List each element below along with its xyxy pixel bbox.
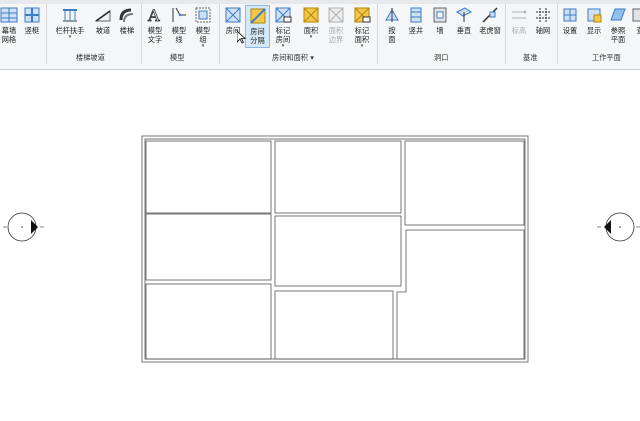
tag-area-label: 标记 面积: [354, 26, 370, 44]
model-group-label: 模型 组: [195, 26, 211, 44]
show-workplane-tool[interactable]: 显示: [582, 6, 606, 35]
railing-tool[interactable]: 栏杆扶手 ▾: [51, 6, 89, 40]
panel-label-datum: 基准: [523, 53, 538, 62]
ribbon-separator: [141, 4, 142, 64]
ramp-icon: [94, 10, 111, 22]
mullion-icon: [24, 7, 40, 23]
vertical-opening-icon: [456, 7, 472, 22]
railing-icon: [63, 9, 77, 22]
panel-label-room-area[interactable]: 房间和面积 ▾: [272, 53, 314, 63]
model-line-tool[interactable]: 模型 线: [167, 6, 191, 44]
mullion-label: 竖梃: [24, 26, 40, 35]
viewer-label: 查: [636, 26, 640, 35]
shaft-tool[interactable]: 竖井: [404, 6, 428, 35]
viewer-icon: [632, 8, 640, 22]
model-text-label: 模型 文字: [147, 26, 163, 44]
room-separator-icon: [249, 8, 266, 24]
level-label: 标高: [511, 26, 527, 35]
tag-area-tool[interactable]: 标记 面积 ▾: [350, 6, 374, 49]
panel-label-opening: 洞口: [434, 53, 449, 62]
panel-label-model: 模型: [170, 53, 185, 62]
model-line-label: 模型 线: [171, 26, 187, 44]
level-tool[interactable]: 标高: [507, 6, 531, 35]
show-workplane-label: 显示: [586, 26, 602, 35]
area-boundary-tool[interactable]: 面积 边界: [324, 6, 348, 44]
mouse-cursor-icon: [237, 31, 246, 44]
dormer-icon: [482, 7, 498, 23]
floor-plan: [3, 135, 640, 363]
vertical-opening-label: 垂直: [456, 26, 472, 35]
grid-icon: [536, 8, 550, 22]
room-separator-tool[interactable]: 房间 分隔: [245, 5, 270, 48]
stair-label: 楼梯: [119, 26, 135, 35]
room-icon: [225, 7, 241, 23]
wall-opening-tool[interactable]: 墙: [428, 6, 452, 35]
reference-plane-tool[interactable]: 参照 平面: [606, 6, 630, 44]
curtain-grid-icon: [0, 7, 18, 23]
model-group-tool[interactable]: 模型 组 ▾: [191, 6, 215, 49]
tag-room-icon: [275, 7, 292, 23]
area-boundary-icon: [328, 7, 344, 23]
shaft-label: 竖井: [408, 26, 424, 35]
tag-area-dropdown-icon[interactable]: ▾: [361, 44, 364, 49]
reference-plane-label: 参照 平面: [610, 26, 626, 44]
tag-room-dropdown-icon[interactable]: ▾: [282, 44, 285, 49]
ramp-tool[interactable]: 坡道: [91, 6, 115, 35]
dormer-label: 老虎窗: [479, 26, 501, 35]
by-face-tool[interactable]: 按 面: [380, 6, 404, 44]
show-workplane-icon: [587, 8, 602, 23]
svg-text:A: A: [147, 6, 160, 24]
ribbon-separator: [377, 4, 378, 64]
grid-tool[interactable]: 轴网: [531, 6, 555, 35]
shaft-icon: [410, 7, 422, 23]
room: [145, 140, 525, 360]
curtain-grid-label: 幕墙 网格: [1, 26, 17, 44]
tag-room-label: 标记 房间: [275, 26, 291, 44]
model-text-icon: A: [147, 6, 161, 24]
mullion-tool[interactable]: 竖梃: [20, 6, 44, 35]
elevation-marker-right[interactable]: [597, 212, 640, 242]
set-workplane-icon: [563, 8, 577, 22]
wall-opening-icon: [433, 7, 447, 23]
ribbon: 幕墙 网格 竖梃 栏杆扶手 ▾ 坡道 楼梯 A 模型 文字 模型 线 模型 组 …: [0, 0, 640, 70]
elevation-marker-left[interactable]: [3, 212, 44, 242]
stair-icon: [119, 8, 134, 23]
area-icon: [303, 7, 319, 23]
outer-wall: [141, 135, 529, 363]
panel-label-workplane: 工作平面: [592, 53, 621, 62]
model-group-dropdown-icon[interactable]: ▾: [202, 44, 205, 49]
panel-label-railing-ramp-stair: 楼梯坡道: [76, 53, 105, 62]
ramp-label: 坡道: [95, 26, 111, 35]
vertical-opening-tool[interactable]: 垂直: [452, 6, 476, 35]
by-face-icon: [385, 8, 399, 22]
area-tool[interactable]: 面积 ▾: [299, 6, 323, 40]
set-workplane-tool[interactable]: 设置: [558, 6, 582, 35]
stair-tool[interactable]: 楼梯: [115, 6, 139, 35]
ribbon-separator: [219, 4, 220, 64]
model-group-icon: [195, 7, 211, 23]
viewer-tool[interactable]: 查: [630, 6, 640, 35]
reference-plane-icon: [610, 8, 626, 21]
dormer-tool[interactable]: 老虎窗: [476, 6, 504, 35]
model-line-icon: [172, 7, 186, 22]
model-text-tool[interactable]: A 模型 文字: [143, 6, 167, 44]
by-face-label: 按 面: [388, 26, 396, 44]
set-workplane-label: 设置: [562, 26, 578, 35]
curtain-grid-tool[interactable]: 幕墙 网格: [0, 6, 21, 44]
tag-area-icon: [354, 7, 371, 23]
ribbon-separator: [46, 4, 47, 64]
ribbon-tab-strip: [0, 0, 640, 4]
grid-label: 轴网: [535, 26, 551, 35]
level-icon: [512, 10, 527, 19]
drawing-canvas[interactable]: [0, 70, 640, 417]
room-separator-label: 房间 分隔: [250, 27, 265, 45]
ribbon-separator: [505, 4, 506, 64]
area-boundary-label: 面积 边界: [328, 26, 344, 44]
railing-dropdown-icon[interactable]: ▾: [69, 35, 72, 40]
wall-opening-label: 墙: [436, 26, 444, 35]
tag-room-tool[interactable]: 标记 房间 ▾: [271, 6, 295, 49]
area-dropdown-icon[interactable]: ▾: [310, 35, 313, 40]
